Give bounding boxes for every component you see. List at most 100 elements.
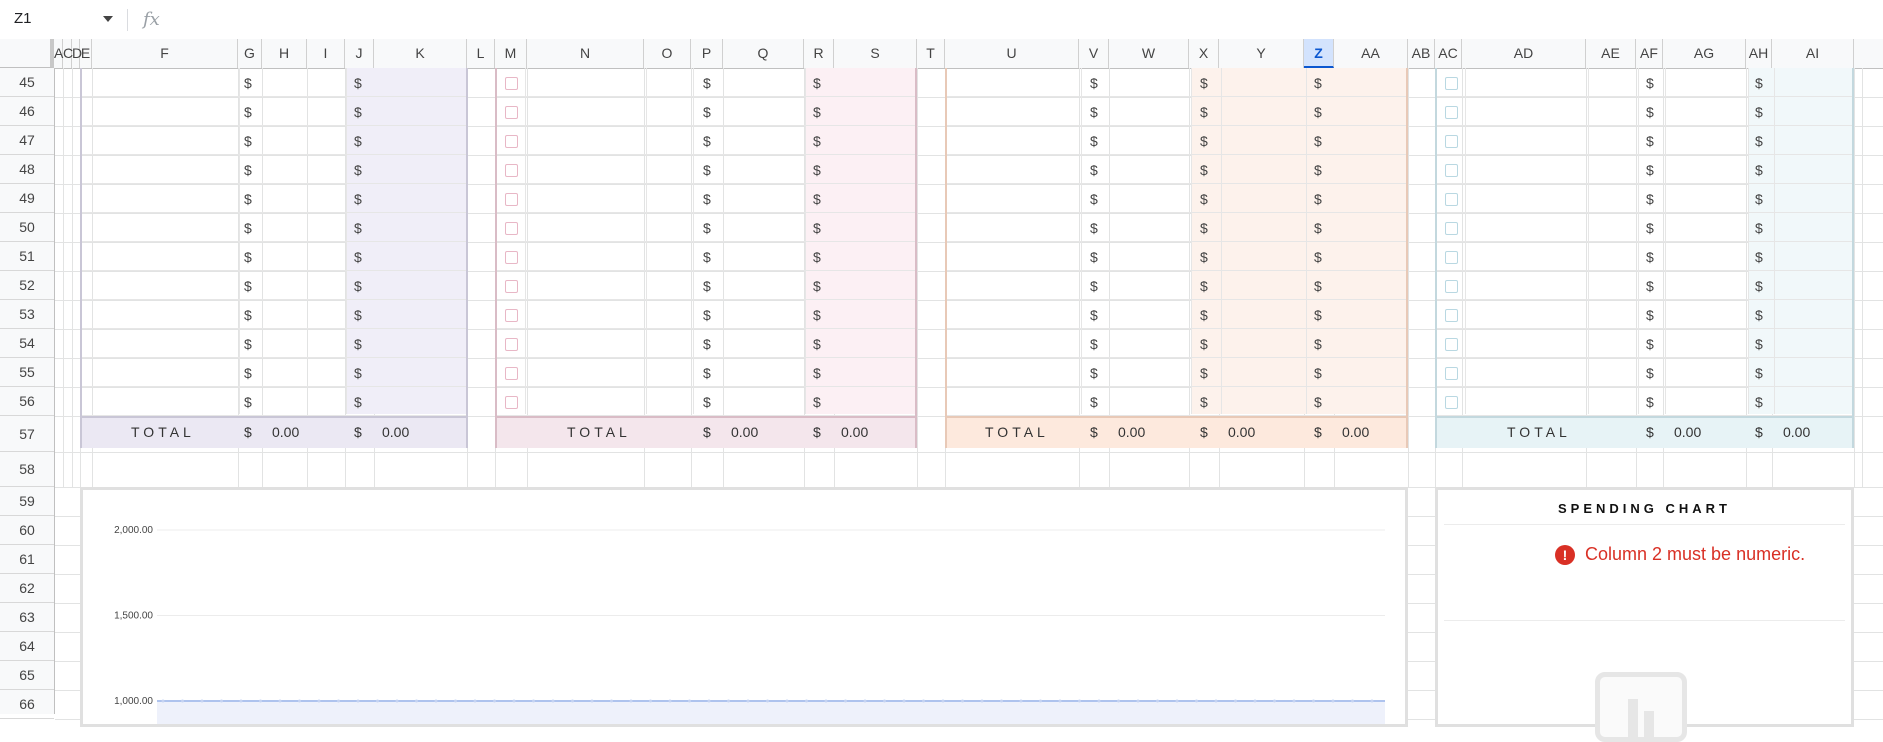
checkbox[interactable]	[505, 222, 518, 235]
checkbox[interactable]	[1445, 396, 1458, 409]
checkbox[interactable]	[1445, 222, 1458, 235]
checkbox[interactable]	[505, 251, 518, 264]
table-col-line	[1221, 68, 1222, 414]
row-header-51[interactable]: 51	[0, 242, 54, 271]
column-header-ag[interactable]: AG	[1663, 39, 1746, 68]
checkbox[interactable]	[1445, 193, 1458, 206]
column-header-e[interactable]: E	[80, 39, 92, 68]
row-header-50[interactable]: 50	[0, 213, 54, 242]
row-header-48[interactable]: 48	[0, 155, 54, 184]
row-header-59[interactable]: 59	[0, 487, 54, 516]
column-header-s[interactable]: S	[834, 39, 917, 68]
row-header-46[interactable]: 46	[0, 97, 54, 126]
checkbox[interactable]	[1445, 106, 1458, 119]
currency-symbol: $	[813, 75, 821, 91]
series-point	[161, 699, 165, 703]
column-header-n[interactable]: N	[527, 39, 644, 68]
currency-symbol: $	[1646, 133, 1654, 149]
column-header-y[interactable]: Y	[1219, 39, 1304, 68]
row-header-66[interactable]: 66	[0, 690, 54, 719]
checkbox[interactable]	[505, 164, 518, 177]
formula-bar: Z1 fx	[0, 0, 1883, 40]
grid-col-line	[917, 68, 918, 487]
checkbox[interactable]	[1445, 164, 1458, 177]
checkbox[interactable]	[1445, 338, 1458, 351]
table-row-line	[1437, 183, 1852, 184]
row-header-61[interactable]: 61	[0, 545, 54, 574]
grid-col-line	[63, 68, 64, 487]
checkbox[interactable]	[505, 77, 518, 90]
column-header-ah[interactable]: AH	[1746, 39, 1772, 68]
budget-area-chart[interactable]: 2,000.00 1,500.00 1,000.00	[80, 487, 1408, 727]
checkbox[interactable]	[505, 396, 518, 409]
row-header-55[interactable]: 55	[0, 358, 54, 387]
series-point	[1292, 699, 1296, 703]
currency-symbol: $	[703, 249, 711, 265]
checkbox[interactable]	[505, 367, 518, 380]
column-header-u[interactable]: U	[945, 39, 1079, 68]
column-header-w[interactable]: W	[1109, 39, 1189, 68]
checkbox[interactable]	[505, 338, 518, 351]
column-header-p[interactable]: P	[691, 39, 723, 68]
column-header-ae[interactable]: AE	[1586, 39, 1636, 68]
column-header-x[interactable]: X	[1189, 39, 1219, 68]
column-header-aa[interactable]: AA	[1334, 39, 1408, 68]
column-header-r[interactable]: R	[804, 39, 834, 68]
table-col-line	[1774, 68, 1775, 414]
column-header-d[interactable]: D	[72, 39, 82, 68]
row-header-52[interactable]: 52	[0, 271, 54, 300]
row-header-56[interactable]: 56	[0, 387, 54, 416]
row-header-64[interactable]: 64	[0, 632, 54, 661]
column-header-j[interactable]: J	[345, 39, 374, 68]
row-header-45[interactable]: 45	[0, 68, 54, 97]
checkbox[interactable]	[1445, 251, 1458, 264]
checkbox[interactable]	[1445, 309, 1458, 322]
column-header-ac[interactable]: AC	[1435, 39, 1462, 68]
row-header-53[interactable]: 53	[0, 300, 54, 329]
select-all-corner[interactable]	[0, 39, 54, 68]
row-header-54[interactable]: 54	[0, 329, 54, 358]
row-header-63[interactable]: 63	[0, 603, 54, 632]
row-header-57[interactable]: 57	[0, 416, 54, 452]
column-header-z[interactable]: Z	[1304, 39, 1334, 68]
checkbox[interactable]	[505, 280, 518, 293]
checkbox[interactable]	[1445, 77, 1458, 90]
column-header-ad[interactable]: AD	[1462, 39, 1586, 68]
column-header-v[interactable]: V	[1079, 39, 1109, 68]
row-header-47[interactable]: 47	[0, 126, 54, 155]
row-header-58[interactable]: 58	[0, 452, 54, 487]
column-header-h[interactable]: H	[262, 39, 307, 68]
column-header-af[interactable]: AF	[1636, 39, 1663, 68]
column-header-ab[interactable]: AB	[1408, 39, 1435, 68]
row-header-60[interactable]: 60	[0, 516, 54, 545]
table-col-line	[805, 68, 806, 414]
currency-symbol: $	[1200, 104, 1208, 120]
checkbox[interactable]	[505, 309, 518, 322]
checkbox[interactable]	[505, 193, 518, 206]
column-header-f[interactable]: F	[92, 39, 238, 68]
column-header-ai[interactable]: AI	[1772, 39, 1854, 68]
checkbox[interactable]	[1445, 280, 1458, 293]
row-header-62[interactable]: 62	[0, 574, 54, 603]
column-header-o[interactable]: O	[644, 39, 691, 68]
column-header-m[interactable]: M	[495, 39, 527, 68]
checkbox[interactable]	[1445, 367, 1458, 380]
checkbox[interactable]	[505, 135, 518, 148]
chevron-down-icon[interactable]	[103, 16, 113, 22]
name-box[interactable]: Z1	[14, 10, 32, 27]
spending-chart-panel[interactable]: SPENDING CHART ! Column 2 must be numeri…	[1435, 487, 1854, 742]
column-header-l[interactable]: L	[467, 39, 495, 68]
column-header-c[interactable]: C	[63, 39, 73, 68]
column-header-a[interactable]: A	[54, 39, 63, 68]
column-header-k[interactable]: K	[374, 39, 467, 68]
checkbox[interactable]	[505, 106, 518, 119]
column-header-g[interactable]: G	[238, 39, 262, 68]
row-header-65[interactable]: 65	[0, 661, 54, 690]
column-header-q[interactable]: Q	[723, 39, 804, 68]
row-header-49[interactable]: 49	[0, 184, 54, 213]
column-header-i[interactable]: I	[307, 39, 345, 68]
currency-symbol: $	[1755, 191, 1763, 207]
series-point	[1078, 699, 1081, 703]
column-header-t[interactable]: T	[917, 39, 945, 68]
checkbox[interactable]	[1445, 135, 1458, 148]
